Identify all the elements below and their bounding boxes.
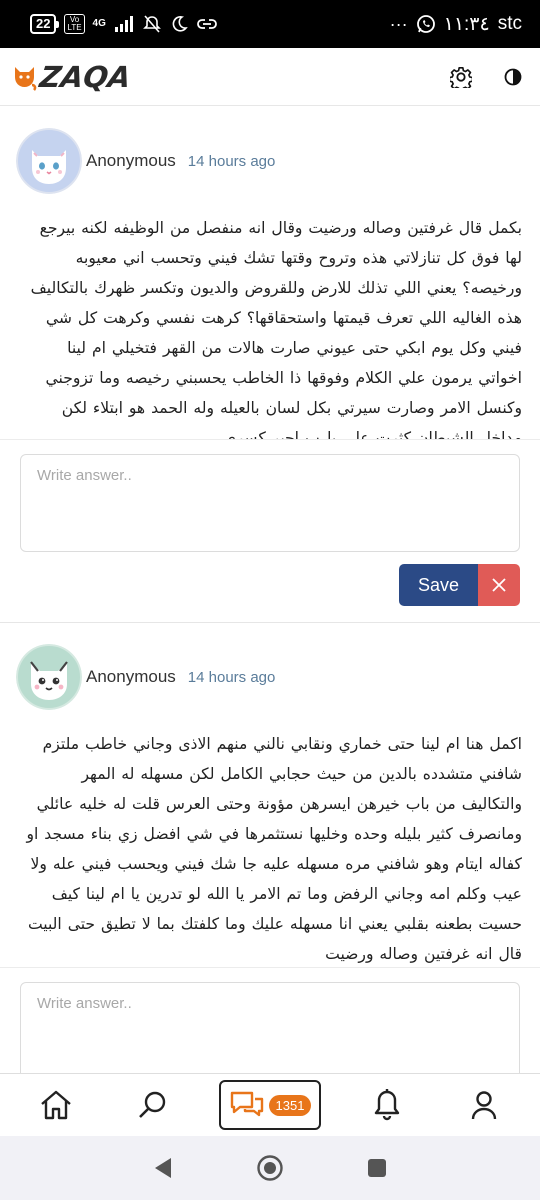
post-body: بكمل قال غرفتين وصاله ورضيت وقال انه منف… — [30, 219, 522, 439]
home-button[interactable] — [250, 1148, 290, 1188]
unread-count-badge: 1351 — [268, 1094, 312, 1116]
chat-icon — [230, 1091, 263, 1117]
network-type: 4G — [92, 18, 106, 29]
volte-icon: Vo LTE — [64, 14, 85, 34]
back-button[interactable] — [143, 1148, 183, 1188]
status-bar: 22 Vo LTE 4G ··· ١١:٣٤ stc — [0, 0, 540, 48]
signal-icon — [114, 16, 133, 32]
post-author[interactable]: Anonymous — [86, 667, 176, 687]
moon-icon — [172, 16, 188, 32]
nav-questions[interactable]: 1351 — [218, 1080, 321, 1130]
settings-gear-icon[interactable] — [448, 64, 474, 90]
save-button[interactable]: Save — [399, 564, 478, 606]
questions-feed[interactable]: Anonymous 14 hours ago بكمل قال غرفتين و… — [0, 107, 540, 1073]
battery-indicator: 22 — [30, 14, 61, 34]
answer-input[interactable] — [20, 982, 520, 1073]
post-card: Anonymous 14 hours ago اكمل هنا ام لينا … — [0, 623, 540, 1073]
cancel-button[interactable] — [478, 564, 520, 606]
more-dots: ··· — [389, 13, 408, 34]
answer-input[interactable] — [20, 454, 520, 552]
recents-square-icon — [367, 1159, 386, 1177]
clock: ١١:٣٤ — [443, 13, 490, 35]
back-triangle-icon — [155, 1158, 172, 1178]
post-header: Anonymous 14 hours ago — [0, 107, 540, 201]
app-logo[interactable]: ZAQA — [12, 59, 133, 94]
theme-toggle-icon[interactable] — [500, 64, 526, 90]
carrier-name: stc — [497, 13, 522, 34]
post-body: اكمل هنا ام لينا حتى خماري ونقابي نالني … — [26, 735, 522, 963]
post-header: Anonymous 14 hours ago — [0, 623, 540, 717]
logo-wordmark: ZAQA — [37, 59, 133, 94]
post-card: Anonymous 14 hours ago بكمل قال غرفتين و… — [0, 107, 540, 623]
bottom-navigation: 1351 — [0, 1073, 540, 1136]
recents-button[interactable] — [357, 1148, 397, 1188]
avatar[interactable] — [16, 644, 82, 710]
cat-logo-icon — [15, 66, 37, 91]
nav-home[interactable] — [26, 1080, 86, 1130]
system-navigation-bar — [0, 1136, 540, 1200]
close-icon — [492, 578, 506, 592]
home-icon — [41, 1090, 71, 1120]
post-time: 14 hours ago — [187, 152, 276, 170]
search-icon — [138, 1091, 165, 1118]
avatar[interactable] — [16, 128, 82, 194]
nav-search[interactable] — [123, 1080, 183, 1130]
app-header: ZAQA — [0, 48, 540, 106]
answer-form: Save — [0, 439, 540, 622]
user-icon — [471, 1091, 496, 1120]
mute-icon — [142, 15, 161, 33]
nav-notifications[interactable] — [357, 1080, 417, 1130]
home-circle-icon — [257, 1155, 283, 1181]
whatsapp-icon — [416, 15, 435, 33]
answer-form — [0, 967, 540, 1073]
post-author[interactable]: Anonymous — [86, 151, 176, 171]
link-icon — [197, 19, 217, 29]
nav-profile[interactable] — [454, 1080, 514, 1130]
bell-icon — [375, 1089, 400, 1121]
post-time: 14 hours ago — [187, 668, 276, 686]
